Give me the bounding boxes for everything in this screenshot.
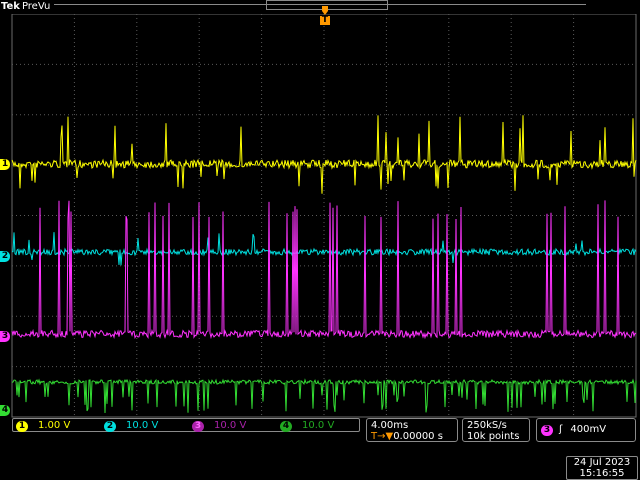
trigger-level: 400mV xyxy=(570,424,607,435)
acquisition-panel[interactable]: 250kS/s 10k points xyxy=(462,418,530,442)
channel-1-marker[interactable]: 1 xyxy=(0,159,10,170)
horizontal-scale: 4.00ms xyxy=(371,420,409,431)
brand-label: Tek PreVu xyxy=(1,0,50,14)
trigger-position-icon: T→▼ xyxy=(371,431,394,442)
time: 15:16:55 xyxy=(579,468,625,479)
date-time-display: 24 Jul 2023 15:16:55 xyxy=(566,456,638,480)
record-length: 10k points xyxy=(467,431,520,442)
timebase-panel[interactable]: 4.00ms T→▼0.00000 s xyxy=(366,418,458,442)
trigger-panel[interactable]: 3 ʃ 400mV xyxy=(536,418,636,442)
waveform-display xyxy=(11,13,637,418)
channel-3-marker[interactable]: 3 xyxy=(0,331,10,342)
horizontal-position: T→▼0.00000 s xyxy=(371,431,443,442)
trigger-position-label: T xyxy=(321,15,329,25)
rising-edge-icon: ʃ xyxy=(559,424,563,435)
channel-4-scale[interactable]: 4 10.0 V xyxy=(280,419,334,433)
date: 24 Jul 2023 xyxy=(573,457,631,468)
channel-2-marker[interactable]: 2 xyxy=(0,251,10,262)
trigger-position-marker[interactable]: T xyxy=(319,6,331,26)
channel-2-scale[interactable]: 2 10.0 V xyxy=(104,419,158,433)
channel-3-scale[interactable]: 3 10.0 V xyxy=(192,419,246,433)
channel-4-badge: 4 xyxy=(280,421,292,432)
channel-4-marker[interactable]: 4 xyxy=(0,405,10,416)
channel-1-badge: 1 xyxy=(16,421,28,432)
trigger-source-badge: 3 xyxy=(541,425,553,436)
sample-rate: 250kS/s xyxy=(467,420,507,431)
channel-2-badge: 2 xyxy=(104,421,116,432)
channel-3-badge: 3 xyxy=(192,421,204,432)
brand-name: Tek xyxy=(1,1,20,12)
channel-1-scale[interactable]: 1 1.00 V xyxy=(16,419,70,433)
acquisition-mode: PreVu xyxy=(21,1,51,12)
